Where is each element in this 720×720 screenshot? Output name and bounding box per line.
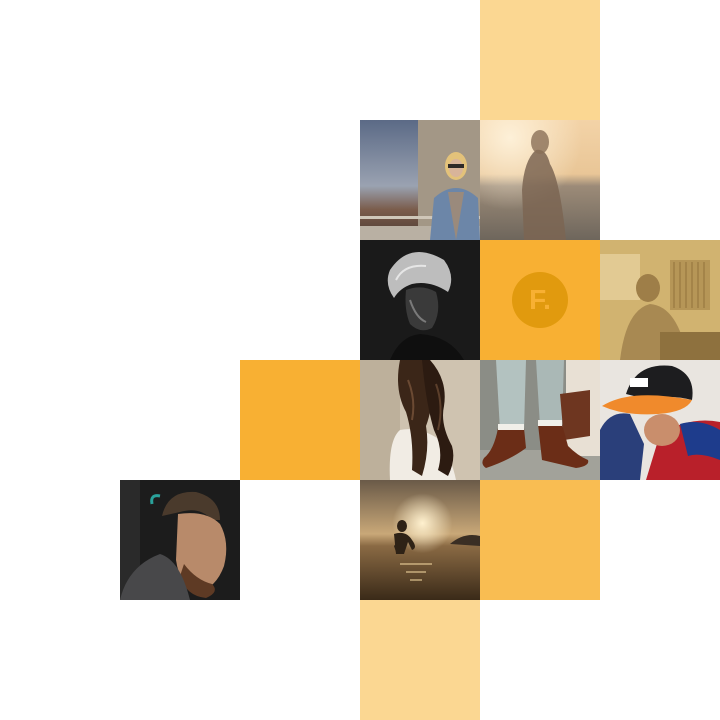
light-orange-tile <box>480 480 600 600</box>
pale-yellow-tile-bottom <box>360 600 480 720</box>
photo-bearded-man[interactable] <box>120 480 240 600</box>
orange-tile <box>240 360 360 480</box>
photo-brown-shoes[interactable] <box>480 360 600 480</box>
woman-wavy-hair-image <box>360 360 480 480</box>
photo-woman-wavy-hair[interactable] <box>360 360 480 480</box>
photo-woman-balcony[interactable] <box>360 120 480 240</box>
man-in-cap-image <box>600 360 720 480</box>
brand-logo-tile[interactable]: F. <box>480 240 600 360</box>
logo-text: F. <box>529 284 551 315</box>
man-tousled-hair-image <box>360 240 480 360</box>
man-sunlit-room-image <box>600 240 720 360</box>
child-in-water-image <box>360 480 480 600</box>
photo-man-sunlit-room[interactable] <box>600 240 720 360</box>
bearded-man-image <box>120 480 240 600</box>
photo-child-in-water[interactable] <box>360 480 480 600</box>
brown-shoes-image <box>480 360 600 480</box>
logo-badge: F. <box>512 272 568 328</box>
pale-yellow-tile <box>480 0 600 120</box>
woman-balcony-image <box>360 120 480 240</box>
photo-man-tousled-hair[interactable] <box>360 240 480 360</box>
photo-man-in-cap[interactable] <box>600 360 720 480</box>
photo-silhouette-sea[interactable] <box>480 120 600 240</box>
silhouette-sea-image <box>480 120 600 240</box>
